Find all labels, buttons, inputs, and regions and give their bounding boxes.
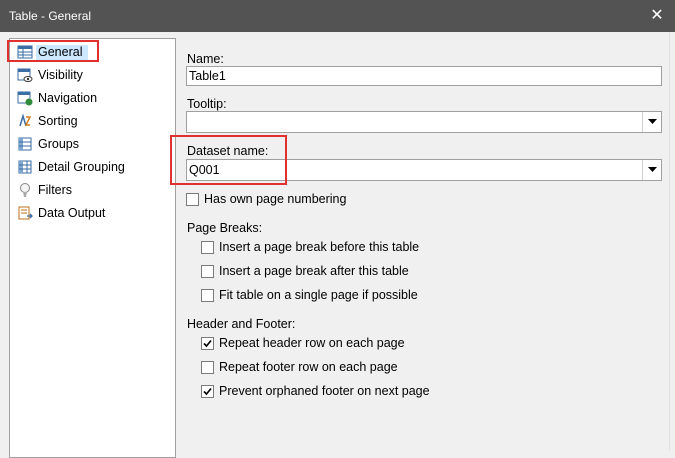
filter-icon xyxy=(17,182,33,198)
checkbox-label: Repeat header row on each page xyxy=(219,336,405,350)
sidebar-item-label: Groups xyxy=(38,137,79,151)
repeat-header-checkbox[interactable]: Repeat header row on each page xyxy=(201,335,501,353)
prevent-orphaned-footer-checkbox[interactable]: Prevent orphaned footer on next page xyxy=(201,383,501,401)
name-label: Name: xyxy=(187,52,224,66)
sidebar-item-label: Navigation xyxy=(38,91,98,105)
chevron-down-icon[interactable] xyxy=(642,160,661,180)
page-break-after-checkbox[interactable]: Insert a page break after this table xyxy=(201,263,501,281)
sidebar-item-label: Sorting xyxy=(38,114,78,128)
title-bar: Table - General ✕ xyxy=(0,0,675,32)
groups-icon xyxy=(17,136,33,152)
data-output-icon xyxy=(17,205,33,221)
page-breaks-label: Page Breaks: xyxy=(187,221,263,235)
sidebar-item-data-output[interactable]: Data Output xyxy=(14,203,172,223)
name-field-value: Table1 xyxy=(189,69,226,83)
chevron-down-icon[interactable] xyxy=(642,112,661,132)
repeat-footer-checkbox[interactable]: Repeat footer row on each page xyxy=(201,359,501,377)
checkbox-label: Insert a page break after this table xyxy=(219,264,409,278)
window-title: Table - General xyxy=(9,9,92,23)
checkbox-label: Has own page numbering xyxy=(204,192,347,206)
sidebar-item-label: Detail Grouping xyxy=(38,160,125,174)
page-break-before-checkbox[interactable]: Insert a page break before this table xyxy=(201,239,501,257)
header-footer-label: Header and Footer: xyxy=(187,317,296,331)
checkbox-box[interactable] xyxy=(201,289,214,302)
checkbox-box[interactable] xyxy=(186,193,199,206)
checkbox-label: Insert a page break before this table xyxy=(219,240,420,254)
checkbox-box[interactable] xyxy=(201,241,214,254)
check-icon xyxy=(203,387,212,396)
sidebar-item-filters[interactable]: Filters xyxy=(14,180,172,200)
checkbox-label: Prevent orphaned footer on next page xyxy=(219,384,430,398)
sidebar-item-sorting[interactable]: Sorting xyxy=(14,111,172,131)
sidebar-item-detail-grouping[interactable]: Detail Grouping xyxy=(14,157,172,177)
window-edge xyxy=(669,32,675,451)
checkbox-label: Repeat footer row on each page xyxy=(219,360,398,374)
fit-single-page-checkbox[interactable]: Fit table on a single page if possible xyxy=(201,287,501,305)
sidebar-item-visibility[interactable]: Visibility xyxy=(14,65,172,85)
own-page-numbering-checkbox[interactable]: Has own page numbering xyxy=(186,191,486,209)
detail-grouping-icon xyxy=(17,159,33,175)
checkbox-box[interactable] xyxy=(201,337,214,350)
highlight-box-general xyxy=(7,40,99,62)
checkbox-box[interactable] xyxy=(201,385,214,398)
sidebar-nav: General Visibility Navigation Sorting Gr… xyxy=(9,38,176,458)
sidebar-item-label: Data Output xyxy=(38,206,106,220)
sidebar-item-navigation[interactable]: Navigation xyxy=(14,88,172,108)
tooltip-combo[interactable] xyxy=(186,111,662,133)
check-icon xyxy=(203,339,212,348)
checkbox-box[interactable] xyxy=(201,265,214,278)
visibility-icon xyxy=(17,67,33,83)
sidebar-item-label: Filters xyxy=(38,183,73,197)
highlight-box-dataset xyxy=(170,135,287,185)
name-field[interactable]: Table1 xyxy=(186,66,662,86)
sidebar-item-label: Visibility xyxy=(38,68,83,82)
navigation-icon xyxy=(17,90,33,106)
sidebar-item-groups[interactable]: Groups xyxy=(14,134,172,154)
sorting-icon xyxy=(17,113,33,129)
checkbox-box[interactable] xyxy=(201,361,214,374)
checkbox-label: Fit table on a single page if possible xyxy=(219,288,418,302)
tooltip-label: Tooltip: xyxy=(187,97,227,111)
close-icon[interactable]: ✕ xyxy=(645,4,669,28)
